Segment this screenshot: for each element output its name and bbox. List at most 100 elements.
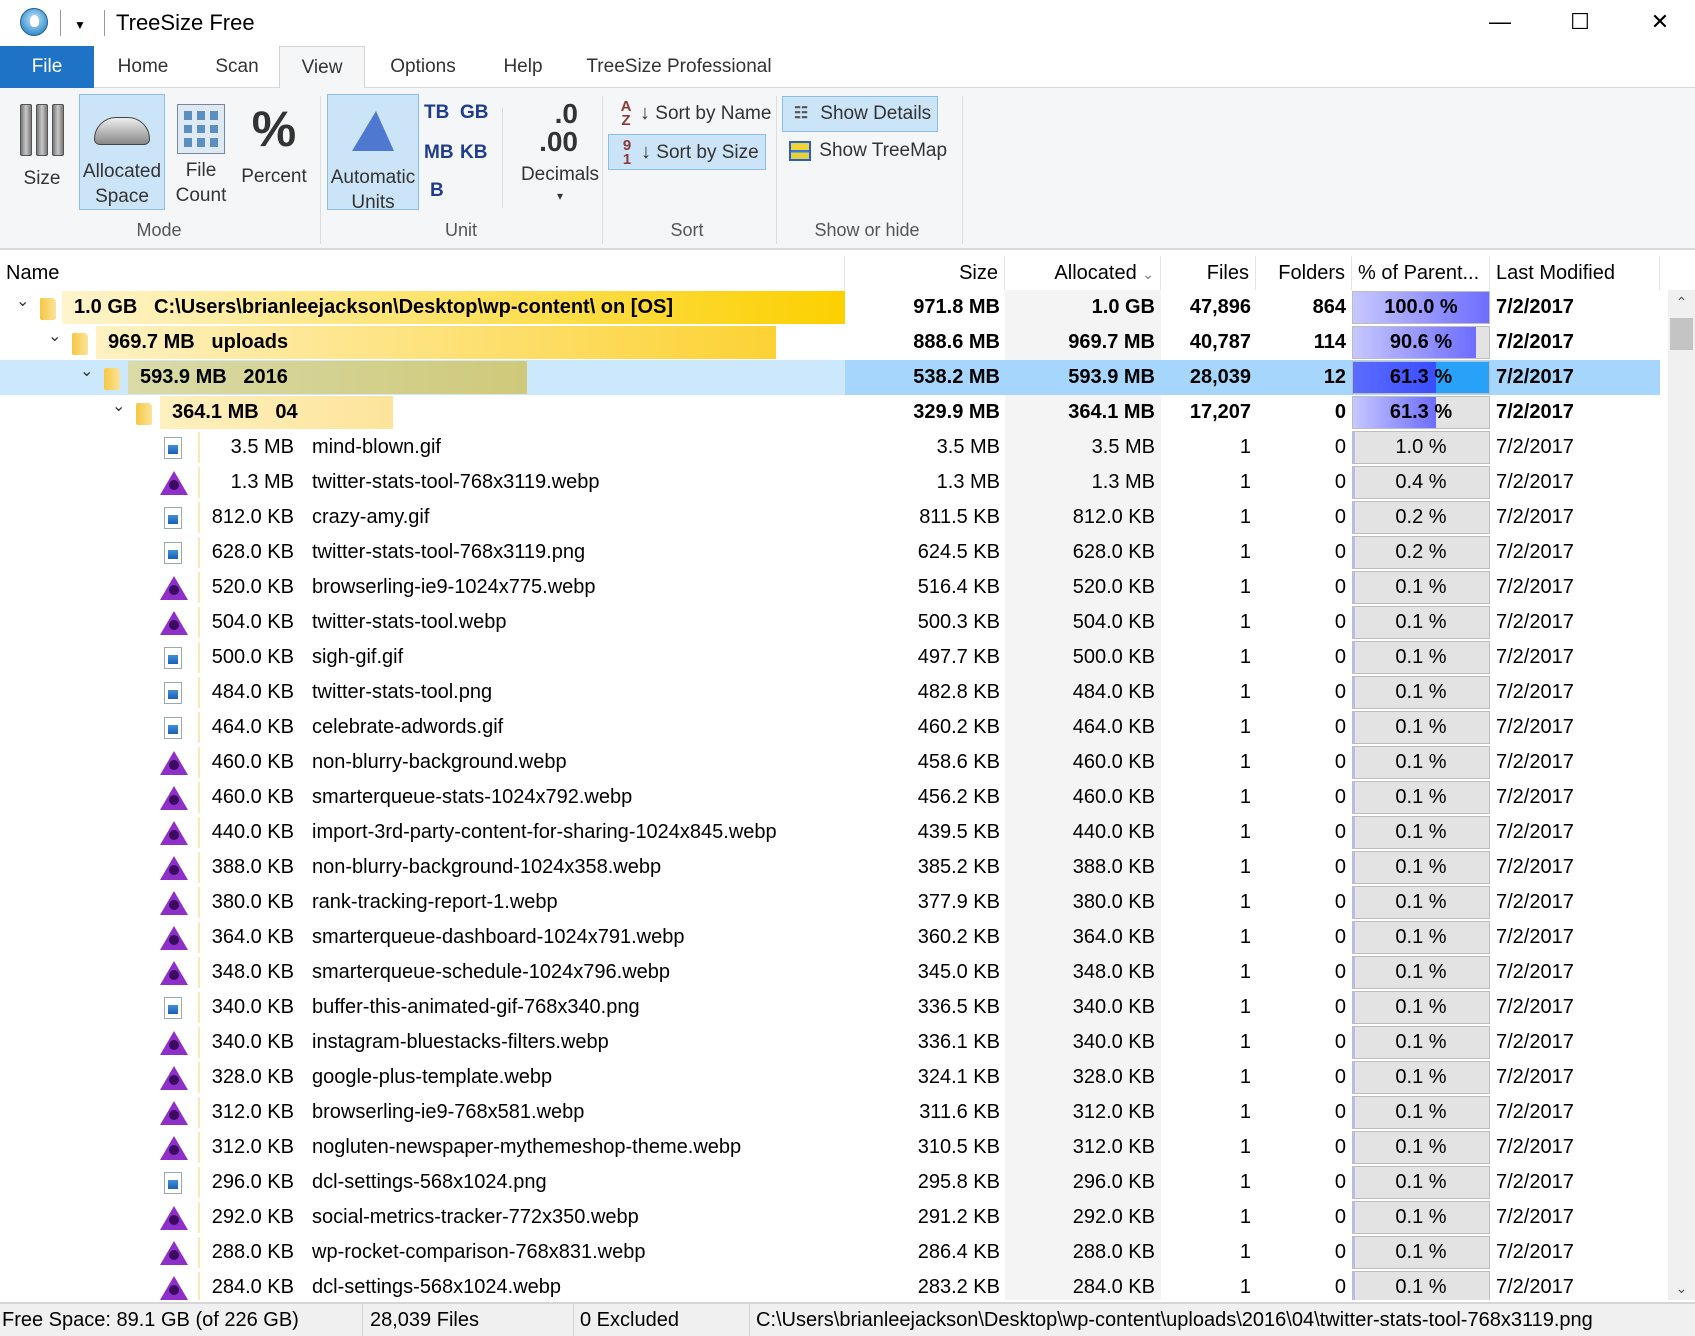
scroll-up-button[interactable]: ⌃: [1668, 290, 1695, 314]
minimize-button[interactable]: —: [1460, 0, 1540, 44]
mode-file-count-button[interactable]: File Count: [170, 94, 232, 210]
tab-view[interactable]: View: [279, 46, 365, 89]
sort-by-size-button[interactable]: 9 1 ↓ Sort by Size: [608, 134, 766, 170]
close-button[interactable]: ✕: [1620, 0, 1695, 44]
webp-file-icon: [160, 471, 188, 495]
file-row[interactable]: 388.0 KB non-blurry-background-1024x358.w…: [0, 850, 1660, 885]
column-allocated[interactable]: Allocated ⌄: [1005, 256, 1161, 290]
expand-chevron-icon[interactable]: ⌄: [112, 389, 125, 424]
size-bars-icon: [12, 104, 72, 156]
percent-bar-fill: [1353, 1027, 1355, 1058]
webp-file-icon: [160, 821, 188, 845]
file-row[interactable]: 3.5 MB mind-blown.gif 3.5 MB 3.5 MB 1 0 1.0 % 7…: [0, 430, 1660, 465]
tab-help[interactable]: Help: [482, 46, 564, 88]
quick-access-dropdown-icon[interactable]: ▼: [74, 18, 86, 32]
cell-folders: 0: [1334, 541, 1346, 563]
file-row[interactable]: 312.0 KB browserling-ie9-768x581.webp 311.…: [0, 1095, 1660, 1130]
percent-bar: 0.1 %: [1352, 571, 1490, 604]
tab-treesize-professional[interactable]: TreeSize Professional: [574, 46, 784, 88]
file-row[interactable]: 348.0 KB smarterqueue-schedule-1024x796.w…: [0, 955, 1660, 990]
tab-home[interactable]: Home: [98, 46, 188, 88]
file-row[interactable]: 288.0 KB wp-rocket-comparison-768x831.web…: [0, 1235, 1660, 1270]
column-last-modified[interactable]: Last Modified: [1490, 256, 1660, 290]
file-row[interactable]: 460.0 KB smarterqueue-stats-1024x792.webp…: [0, 780, 1660, 815]
tab-file[interactable]: File: [0, 46, 94, 88]
unit-kb-button[interactable]: KB: [460, 142, 487, 164]
cell-size: 295.8 KB: [917, 1171, 1000, 1193]
file-size-label: 460.0 KB: [211, 786, 294, 808]
mode-size-button[interactable]: Size: [12, 94, 72, 206]
cell-allocated: 284.0 KB: [1072, 1276, 1155, 1298]
file-row[interactable]: 380.0 KB rank-tracking-report-1.webp 377.9…: [0, 885, 1660, 920]
file-count-label-1: File: [185, 160, 217, 181]
expand-chevron-icon[interactable]: ⌄: [16, 290, 29, 319]
percent-text: 0.1 %: [1395, 716, 1447, 738]
cell-allocated: 1.3 MB: [1091, 471, 1155, 493]
file-row[interactable]: 464.0 KB celebrate-adwords.gif 460.2 KB 464…: [0, 710, 1660, 745]
unit-b-button[interactable]: B: [430, 180, 444, 202]
file-row[interactable]: 504.0 KB twitter-stats-tool.webp 500.3 KB 5…: [0, 605, 1660, 640]
unit-mb-button[interactable]: MB: [424, 142, 454, 164]
show-details-button[interactable]: ☷ Show Details: [782, 96, 939, 132]
mode-percent-button[interactable]: % Percent: [236, 94, 312, 210]
file-row[interactable]: 364.0 KB smarterqueue-dashboard-1024x791.…: [0, 920, 1660, 955]
folder-size-label: 969.7 MB: [108, 331, 195, 353]
file-row[interactable]: 292.0 KB social-metrics-tracker-772x350.w…: [0, 1200, 1660, 1235]
cell-size: 538.2 MB: [913, 366, 1000, 388]
file-row[interactable]: 812.0 KB crazy-amy.gif 811.5 KB 812.0 KB 1 0 0…: [0, 500, 1660, 535]
percent-text: 0.1 %: [1395, 786, 1447, 808]
folder-row[interactable]: ⌄ 593.9 MB 2016 538.2 MB 593.9 MB 28,039 12 61…: [0, 360, 1660, 395]
sort-by-name-button[interactable]: A Z ↓ Sort by Name: [608, 96, 777, 132]
show-treemap-button[interactable]: Show TreeMap: [782, 134, 953, 170]
folder-row[interactable]: ⌄ 364.1 MB 04 329.9 MB 364.1 MB 17,207 0 61.3 …: [0, 395, 1660, 430]
unit-gb-button[interactable]: GB: [460, 102, 489, 124]
expand-chevron-icon[interactable]: ⌄: [48, 319, 61, 354]
percent-text: 0.1 %: [1395, 751, 1447, 773]
vertical-scrollbar[interactable]: ⌃ ⌄: [1668, 290, 1695, 1300]
status-path: C:\Users\brianleejackson\Desktop\wp-cont…: [756, 1309, 1593, 1331]
column-name[interactable]: Name: [0, 256, 845, 290]
automatic-units-button[interactable]: Automatic Units: [327, 94, 419, 213]
cell-last-modified: 7/2/2017: [1496, 821, 1574, 843]
file-row[interactable]: 628.0 KB twitter-stats-tool-768x3119.png 6…: [0, 535, 1660, 570]
tab-scan[interactable]: Scan: [192, 46, 282, 88]
expand-chevron-icon[interactable]: ⌄: [80, 354, 93, 389]
decimals-dropdown[interactable]: .0 .00 Decimals ▾: [510, 94, 610, 210]
column-size[interactable]: Size: [845, 256, 1005, 290]
file-name: crazy-amy.gif: [312, 506, 430, 528]
column-folders[interactable]: Folders: [1256, 256, 1352, 290]
file-row[interactable]: 460.0 KB non-blurry-background.webp 458.6 …: [0, 745, 1660, 780]
file-row[interactable]: 328.0 KB google-plus-template.webp 324.1 K…: [0, 1060, 1660, 1095]
file-row[interactable]: 340.0 KB buffer-this-animated-gif-768x340…: [0, 990, 1660, 1025]
file-row[interactable]: 296.0 KB dcl-settings-568x1024.png 295.8 K…: [0, 1165, 1660, 1200]
folder-row[interactable]: ⌄ 969.7 MB uploads 888.6 MB 969.7 MB 40,787 1…: [0, 325, 1660, 360]
file-row[interactable]: 340.0 KB instagram-bluestacks-filters.web…: [0, 1025, 1660, 1060]
cell-last-modified: 7/2/2017: [1496, 1031, 1574, 1053]
file-row[interactable]: 520.0 KB browserling-ie9-1024x775.webp 516…: [0, 570, 1660, 605]
file-row[interactable]: 440.0 KB import-3rd-party-content-for-sha…: [0, 815, 1660, 850]
maximize-button[interactable]: ☐: [1540, 0, 1620, 44]
scroll-down-button[interactable]: ⌄: [1668, 1276, 1695, 1300]
file-row[interactable]: 484.0 KB twitter-stats-tool.png 482.8 KB 48…: [0, 675, 1660, 710]
percent-bar-fill: [1353, 1272, 1355, 1300]
column-percent-of-parent[interactable]: % of Parent...: [1352, 256, 1490, 290]
column-files[interactable]: Files: [1161, 256, 1256, 290]
percent-text: 0.1 %: [1395, 821, 1447, 843]
app-logo-icon[interactable]: [20, 8, 48, 36]
file-row[interactable]: 500.0 KB sigh-gif.gif 497.7 KB 500.0 KB 1 0 0.…: [0, 640, 1660, 675]
cell-folders: 0: [1334, 1276, 1346, 1298]
cell-files: 1: [1239, 716, 1251, 738]
file-row[interactable]: 284.0 KB dcl-settings-568x1024.webp 283.2 …: [0, 1270, 1660, 1300]
percent-text: 0.1 %: [1395, 1066, 1447, 1088]
mode-allocated-space-button[interactable]: Allocated Space: [79, 94, 165, 210]
folder-row[interactable]: ⌄ 1.0 GB C:\Users\brianleejackson\Desktop…: [0, 290, 1660, 325]
unit-tb-button[interactable]: TB: [424, 102, 449, 124]
image-file-icon: [164, 507, 182, 529]
file-row[interactable]: 312.0 KB nogluten-newspaper-mythemeshop-t…: [0, 1130, 1660, 1165]
tab-options[interactable]: Options: [372, 46, 474, 88]
scroll-thumb[interactable]: [1670, 318, 1693, 350]
file-row[interactable]: 1.3 MB twitter-stats-tool-768x3119.webp 1.…: [0, 465, 1660, 500]
percent-text: 0.1 %: [1395, 996, 1447, 1018]
cell-folders: 0: [1334, 506, 1346, 528]
cell-files: 1: [1239, 926, 1251, 948]
